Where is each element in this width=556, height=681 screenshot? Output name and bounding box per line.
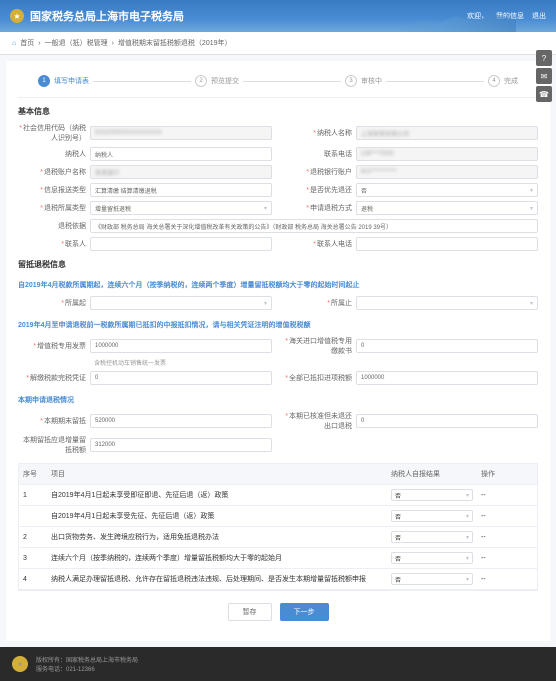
row-select[interactable]: 否	[391, 573, 473, 585]
step-1: 1填写申请表	[38, 75, 89, 87]
period-start-select[interactable]	[90, 296, 272, 310]
bank-account-input[interactable]: 622***********	[356, 165, 538, 179]
customs-input[interactable]: 0	[356, 339, 538, 353]
taxpayer-name-input[interactable]: 上海某某有限公司	[356, 126, 538, 140]
copyright-text: 版权所有：国家税务总局上海市税务局	[36, 655, 138, 664]
step-3: 3审核中	[345, 75, 382, 87]
credit-code-input[interactable]: 91310000XXXXXXXXXX	[90, 126, 272, 140]
priority-select[interactable]: 否	[356, 183, 538, 197]
nav-logout[interactable]: 退出	[532, 11, 546, 21]
tool-chat-icon[interactable]: ✉	[536, 68, 552, 84]
section-credit-title: 留抵退税信息	[18, 259, 538, 270]
th-item: 项目	[47, 464, 387, 484]
step-indicator: 1填写申请表 2预览提交 3审核中 4完成	[18, 69, 538, 98]
row-select[interactable]: 否	[391, 489, 473, 501]
vat-special-input[interactable]: 1000000	[90, 339, 272, 353]
page-footer: ★ 版权所有：国家税务总局上海市税务局 服务电话：021-12366	[0, 647, 556, 681]
contact-phone2-input[interactable]	[356, 237, 538, 251]
contact-phone-input[interactable]: 138****0000	[356, 147, 538, 161]
row-select[interactable]: 否	[391, 510, 473, 522]
prev-end-input[interactable]: 0	[356, 414, 538, 428]
declaration-table: 序号 项目 纳税人自报结果 操作 1自2019年4月1日起未享受即征即退、先征后…	[18, 463, 538, 591]
info-type-input[interactable]: 汇算清缴 结算清缴退税	[90, 183, 272, 197]
save-button[interactable]: 暂存	[228, 603, 272, 621]
blue-note-1: 自2019年4月税款所属期起，连续六个月（按季纳税的，连续两个季度）增量留抵税额…	[18, 280, 538, 290]
th-result: 纳税人自报结果	[387, 464, 477, 484]
paid-input[interactable]: 0	[90, 371, 272, 385]
taxpayer-type-input[interactable]: 纳税人	[90, 147, 272, 161]
blue-note-2: 2019年4月至申请退税前一税款所属期已抵扣的中报抵扣情况，请与相关凭证注明的增…	[18, 320, 538, 330]
tool-help-icon[interactable]: ?	[536, 50, 552, 66]
app-header: ★ 国家税务总局上海市电子税务局 欢迎， 我的信息 退出	[0, 0, 556, 32]
contact-name-input[interactable]	[90, 237, 272, 251]
main-content: 1填写申请表 2预览提交 3审核中 4完成 基本信息 *社会信用代码（纳税人识别…	[6, 61, 550, 641]
period-end-select[interactable]	[356, 296, 538, 310]
th-no: 序号	[19, 464, 47, 484]
increment-input[interactable]: 312000	[90, 438, 272, 452]
next-button[interactable]: 下一步	[280, 603, 329, 621]
step-4: 4完成	[488, 75, 518, 87]
table-row: 4纳税人满足办理留抵退税、允许存在留抵退税违法违规、后处理期间、是否发生本期增量…	[19, 569, 537, 590]
breadcrumb: ⌂ 首页 › 一般退（抵）税管理 › 增值税期末留抵税额退税（2019年）	[0, 32, 556, 55]
section-basic-title: 基本信息	[18, 106, 538, 117]
footer-emblem-icon: ★	[12, 656, 28, 672]
bank-name-input[interactable]: 某某银行	[90, 165, 272, 179]
row-select[interactable]: 否	[391, 531, 473, 543]
breadcrumb-item-2: 增值税期末留抵税额退税（2019年）	[118, 38, 232, 48]
section-apply-title: 本期申请退税情况	[18, 395, 538, 405]
breadcrumb-item-1[interactable]: 一般退（抵）税管理	[45, 38, 108, 48]
side-toolbar: ? ✉ ☎	[536, 50, 552, 102]
vat-note: 含税控机动车销售统一发票	[18, 358, 538, 367]
home-icon[interactable]: ⌂	[12, 40, 16, 47]
tool-phone-icon[interactable]: ☎	[536, 86, 552, 102]
app-title: 国家税务总局上海市电子税务局	[30, 8, 184, 24]
row-select[interactable]: 否	[391, 552, 473, 564]
table-row: 自2019年4月1日起未享受先征、先征后退（返）政策否--	[19, 506, 537, 527]
policy-input[interactable]: 《财政部 税务总局 海关总署关于深化增值税改革有关政策的公告》（财政部 税务总局…	[90, 219, 538, 233]
breadcrumb-home[interactable]: 首页	[20, 38, 34, 48]
th-op: 操作	[477, 464, 537, 484]
table-row: 1自2019年4月1日起未享受即征即退、先征后退（返）政策否--	[19, 485, 537, 506]
service-phone: 服务电话：021-12366	[36, 664, 138, 673]
step-2: 2预览提交	[195, 75, 239, 87]
period-total-input[interactable]: 1000000	[356, 371, 538, 385]
apply-type-select[interactable]: 增量留抵退税	[90, 201, 272, 215]
national-emblem-icon: ★	[10, 9, 24, 23]
table-row: 2出口货物劳务、发生跨境应税行为，适用免抵退税办法否--	[19, 527, 537, 548]
current-end-input[interactable]: 520000	[90, 414, 272, 428]
refund-way-select[interactable]: 退税	[356, 201, 538, 215]
table-row: 3连续六个月（按季纳税的，连续两个季度）增量留抵税额均大于零的起始月否--	[19, 548, 537, 569]
